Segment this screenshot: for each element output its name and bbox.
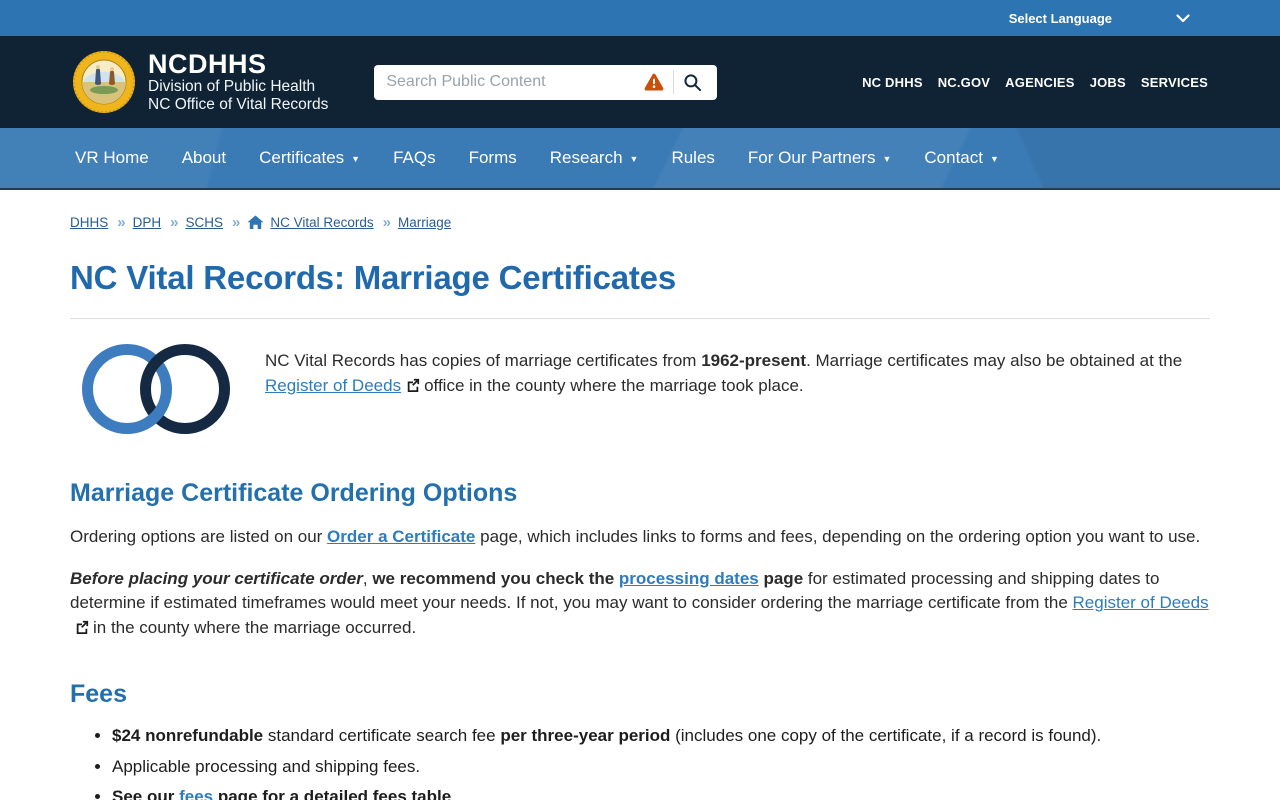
fees-list-item: Applicable processing and shipping fees. [112, 755, 1210, 779]
main-content: DHHS » DPH » SCHS » NC Vital Records » M… [0, 190, 1280, 800]
chevron-down-icon[interactable] [1176, 13, 1190, 23]
division-name: Division of Public Health [148, 78, 316, 95]
dropdown-caret-icon: ▼ [629, 154, 639, 164]
ordering-paragraph-1: Ordering options are listed on our Order… [70, 525, 1210, 550]
search-box [374, 64, 718, 100]
ordering-paragraph-2: Before placing your certificate order, w… [70, 567, 1210, 641]
breadcrumb-separator: » [382, 214, 391, 231]
text-segment: See our [112, 787, 180, 800]
brand-logo[interactable]: NCDHHS Division of Public Health NC Offi… [72, 50, 328, 114]
search-button[interactable] [674, 73, 711, 92]
breadcrumb-dph[interactable]: DPH [133, 215, 162, 230]
nav-label: Forms [468, 148, 517, 167]
link-agencies[interactable]: AGENCIES [1005, 75, 1075, 90]
nav-vr-home[interactable]: VR Home [75, 148, 149, 168]
text-segment: office in the county where the marriage … [424, 375, 804, 395]
external-link-icon [407, 378, 420, 392]
text-link[interactable]: processing dates [619, 569, 759, 588]
text-segment: page [758, 568, 804, 588]
text-segment: Before placing your certificate order [70, 568, 363, 588]
title-divider [70, 318, 1210, 319]
nav-label: About [181, 148, 227, 167]
page-title: NC Vital Records: Marriage Certificates [70, 259, 676, 296]
text-segment: per three-year period [500, 726, 671, 745]
select-language-label[interactable]: Select Language [1009, 11, 1112, 26]
breadcrumb-separator: » [170, 214, 178, 231]
search-icon [684, 73, 702, 91]
intro-section: NC Vital Records has copies of marriage … [70, 341, 1210, 437]
text-segment: Ordering options are listed on our [70, 527, 328, 546]
breadcrumb-separator: » [231, 214, 240, 231]
nav-label: FAQs [393, 148, 436, 167]
fees-list-item: See our fees page for a detailed fees ta… [112, 785, 1210, 800]
link-nc-dhhs[interactable]: NC DHHS [862, 75, 923, 90]
marriage-rings-icon [80, 341, 232, 437]
text-segment: page for a detailed fees table [213, 787, 452, 800]
text-segment: NC Vital Records has copies of marriage … [265, 351, 702, 370]
text-link[interactable]: Register of Deeds [265, 376, 401, 395]
fees-list: $24 nonrefundable standard certificate s… [70, 724, 1210, 800]
dropdown-caret-icon: ▼ [882, 154, 892, 164]
main-nav: VR Home About Certificates ▼ FAQs Forms R… [0, 128, 1280, 190]
breadcrumb-nc-vital-records[interactable]: NC Vital Records [270, 215, 373, 230]
text-link[interactable]: Register of Deeds [1073, 593, 1209, 612]
link-services[interactable]: SERVICES [1141, 75, 1208, 90]
text-segment: . Marriage certificates may also be obta… [806, 351, 1183, 370]
nav-label: Research [549, 148, 623, 167]
nav-rules[interactable]: Rules [671, 148, 714, 168]
text-segment: Applicable processing and shipping fees. [112, 756, 421, 776]
text-segment: . [451, 787, 456, 800]
dropdown-caret-icon: ▼ [989, 154, 999, 164]
nav-contact[interactable]: Contact ▼ [924, 148, 999, 168]
text-segment: , [362, 568, 373, 588]
nav-label: VR Home [75, 148, 149, 167]
text-segment: 1962-present [701, 351, 807, 370]
nav-label: Certificates [259, 148, 345, 167]
home-icon[interactable] [247, 215, 264, 230]
nav-label: Rules [671, 148, 715, 167]
site-header: NCDHHS Division of Public Health NC Offi… [0, 36, 1280, 128]
office-name: NC Office of Vital Records [148, 96, 329, 113]
text-segment: we recommend you check the [372, 568, 619, 588]
warning-icon[interactable] [635, 72, 673, 92]
language-bar: Select Language [0, 0, 1280, 36]
nav-forms[interactable]: Forms [469, 148, 517, 168]
ordering-options-heading: Marriage Certificate Ordering Options [70, 479, 518, 507]
nav-about[interactable]: About [182, 148, 226, 168]
text-segment: standard certificate search fee [263, 726, 501, 745]
nav-faqs[interactable]: FAQs [393, 148, 436, 168]
intro-paragraph: NC Vital Records has copies of marriage … [265, 341, 1210, 398]
breadcrumb-marriage[interactable]: Marriage [398, 215, 451, 230]
breadcrumb-dhhs[interactable]: DHHS [70, 215, 108, 230]
search-input[interactable] [386, 73, 636, 91]
nav-label: For Our Partners [747, 148, 876, 167]
nav-for-our-partners[interactable]: For Our Partners ▼ [748, 148, 891, 168]
dropdown-caret-icon: ▼ [351, 154, 361, 164]
breadcrumb-separator: » [117, 214, 125, 231]
brand-text: NCDHHS Division of Public Health NC Offi… [148, 50, 328, 114]
fees-heading: Fees [70, 680, 127, 708]
link-nc-gov[interactable]: NC.GOV [938, 75, 990, 90]
external-link-icon [76, 620, 89, 634]
breadcrumb: DHHS » DPH » SCHS » NC Vital Records » M… [70, 214, 1210, 231]
text-segment: (includes one copy of the certificate, i… [670, 726, 1102, 745]
text-segment: page, which includes links to forms and … [475, 527, 1201, 546]
header-quick-links: NC DHHS NC.GOV AGENCIES JOBS SERVICES [862, 75, 1208, 90]
agency-name: NCDHHS [148, 49, 267, 79]
text-link[interactable]: fees [179, 787, 213, 800]
text-segment: in the county where the marriage occurre… [93, 617, 417, 637]
fees-list-item: $24 nonrefundable standard certificate s… [112, 724, 1210, 748]
link-jobs[interactable]: JOBS [1090, 75, 1126, 90]
nav-label: Contact [924, 148, 983, 167]
nc-state-seal-icon [73, 51, 135, 113]
nav-certificates[interactable]: Certificates ▼ [259, 148, 360, 168]
nav-research[interactable]: Research ▼ [550, 148, 639, 168]
breadcrumb-schs[interactable]: SCHS [185, 215, 223, 230]
text-segment: $24 nonrefundable [112, 726, 264, 745]
text-link[interactable]: Order a Certificate [327, 527, 475, 546]
